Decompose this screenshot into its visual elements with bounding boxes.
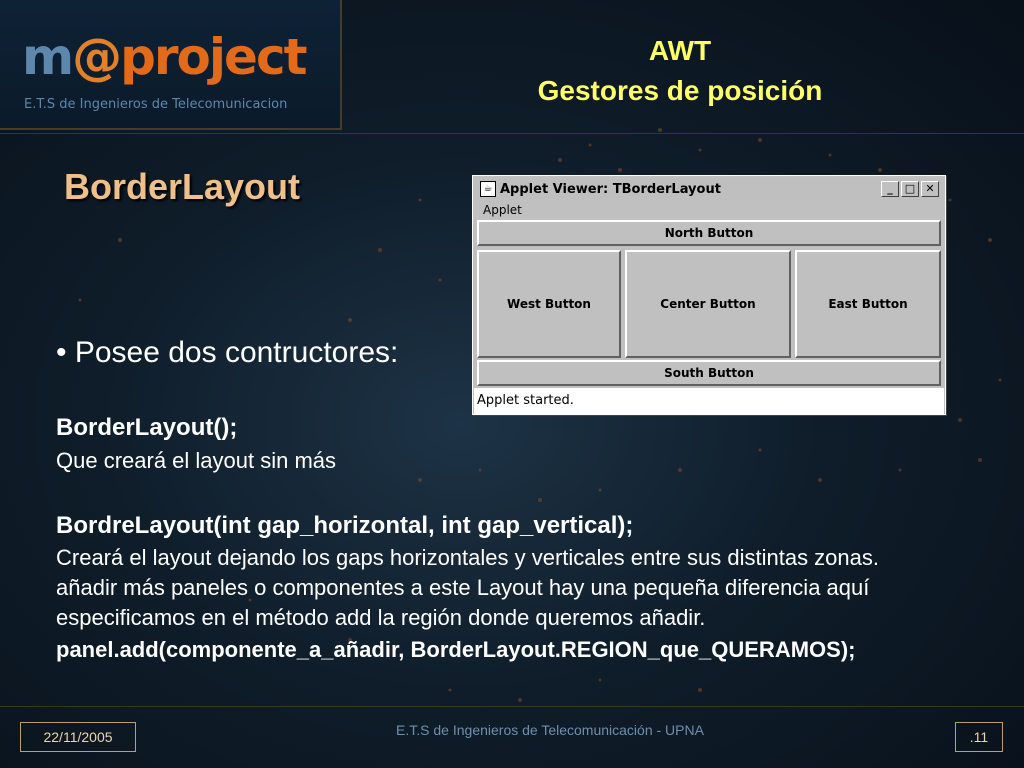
center-button[interactable]: Center Button bbox=[625, 250, 791, 358]
section-title: BorderLayout bbox=[64, 166, 301, 207]
constructor2-code: BordreLayout(int gap_horizontal, int gap… bbox=[56, 512, 634, 539]
constructor2-desc-line3: especificamos en el método add la región… bbox=[56, 605, 706, 630]
logo-frame bbox=[0, 0, 342, 130]
menu-applet[interactable]: Applet bbox=[483, 203, 522, 217]
footer-page-number: .11 bbox=[955, 722, 1003, 752]
constructor1-code: BorderLayout(); bbox=[56, 414, 238, 441]
west-button[interactable]: West Button bbox=[477, 250, 621, 358]
applet-window-title: Applet Viewer: TBorderLayout bbox=[500, 181, 721, 197]
footer-date: 22/11/2005 bbox=[20, 722, 136, 752]
maximize-button[interactable]: □ bbox=[901, 181, 919, 197]
add-example-code: panel.add(componente_a_añadir, BorderLay… bbox=[56, 637, 856, 662]
applet-viewer-window: ☕ Applet Viewer: TBorderLayout _ □ ✕ App… bbox=[472, 175, 946, 415]
header-divider bbox=[0, 133, 1024, 134]
bullet-constructors: • Posee dos contructores: bbox=[56, 336, 399, 369]
footer-divider bbox=[0, 706, 1024, 707]
south-button[interactable]: South Button bbox=[477, 360, 941, 386]
constructor1-desc: Que creará el layout sin más bbox=[56, 448, 337, 473]
java-cup-icon: ☕ bbox=[480, 181, 496, 197]
applet-status-bar: Applet started. bbox=[474, 388, 944, 414]
applet-titlebar[interactable]: ☕ Applet Viewer: TBorderLayout _ □ ✕ bbox=[476, 179, 942, 199]
close-button[interactable]: ✕ bbox=[921, 181, 939, 197]
north-button[interactable]: North Button bbox=[477, 220, 941, 246]
slide-title-line1: AWT bbox=[648, 35, 712, 66]
footer-institution: E.T.S de Ingenieros de Telecomunicación … bbox=[396, 722, 704, 738]
east-button[interactable]: East Button bbox=[795, 250, 941, 358]
minimize-button[interactable]: _ bbox=[881, 181, 899, 197]
constructor2-desc-line2: añadir más paneles o componentes a este … bbox=[56, 575, 870, 600]
constructor2-desc-line1: Creará el layout dejando los gaps horizo… bbox=[56, 545, 880, 570]
slide-title-line2: Gestores de posición bbox=[537, 75, 823, 106]
